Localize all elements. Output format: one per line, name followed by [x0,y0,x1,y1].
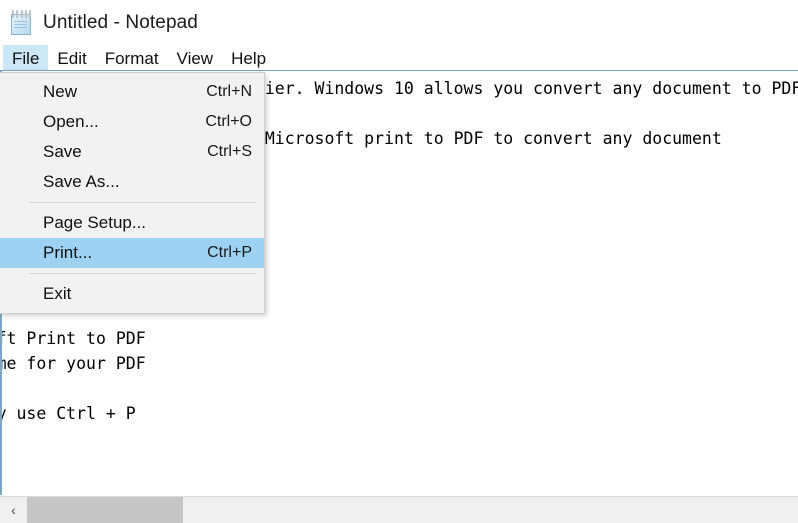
file-menu-item-save[interactable]: Save Ctrl+S [0,137,264,167]
file-menu-item-label: Exit [43,284,72,303]
notepad-window: Untitled - Notepad File Edit Format View… [0,0,798,523]
file-menu-item-label: New [43,82,78,101]
menu-separator [29,273,256,274]
scrollbar-thumb[interactable] [27,497,183,523]
file-menu-item-label: Print... [43,243,93,262]
menubar-item-file[interactable]: File [3,45,49,72]
file-menu-item-page-setup[interactable]: Page Setup... [0,208,264,238]
file-menu-item-open[interactable]: Open... Ctrl+O [0,107,264,137]
file-menu-item-shortcut: Ctrl+N [206,83,252,100]
document-line: Step 3: Under Select Printer section, cl… [2,329,146,348]
scroll-left-arrow-icon[interactable]: ‹ [0,497,27,523]
menubar-item-edit-label: Edit [57,48,87,68]
menubar-item-view-label: View [176,48,214,68]
document-line: Step 4: When you see the Save As dialog,… [2,354,146,373]
file-menu-item-shortcut: Ctrl+O [205,113,252,130]
menu-separator [29,202,256,203]
file-menu-item-save-as[interactable]: Save As... [0,167,264,197]
document-line: To save a document in PDF [2,376,798,401]
menubar-item-format[interactable]: Format [96,45,168,72]
document-line: Step 1: After creating a document or pic… [2,404,136,423]
menubar-item-format-label: Format [104,48,159,68]
file-menu-item-shortcut: Ctrl+P [207,244,252,261]
menubar-item-file-label: File [12,48,40,68]
title-bar: Untitled - Notepad [0,0,798,45]
menubar-item-edit[interactable]: Edit [48,45,95,72]
menubar-item-view[interactable]: View [168,45,223,72]
scrollbar-track[interactable] [27,497,798,523]
file-menu-item-label: Open... [43,112,99,131]
menu-bar: File Edit Format View Help [0,45,798,72]
notepad-icon [10,9,34,36]
file-menu-item-new[interactable]: New Ctrl+N [0,77,264,107]
file-menu-item-label: Page Setup... [43,213,147,232]
file-menu-item-shortcut: Ctrl+S [207,143,252,160]
window-title: Untitled - Notepad [43,11,198,33]
menubar-item-help-label: Help [231,48,267,68]
menubar-item-help[interactable]: Help [222,45,275,72]
file-menu-item-label: Save [43,142,82,161]
file-menu-dropdown[interactable]: New Ctrl+N Open... Ctrl+O Save Ctrl+S Save As.… [0,72,265,314]
horizontal-scrollbar[interactable]: ‹ [0,496,798,523]
file-menu-item-exit[interactable]: Exit [0,279,264,309]
file-menu-item-print[interactable]: Print... Ctrl+P [0,238,264,268]
file-menu-item-label: Save As... [43,172,120,191]
